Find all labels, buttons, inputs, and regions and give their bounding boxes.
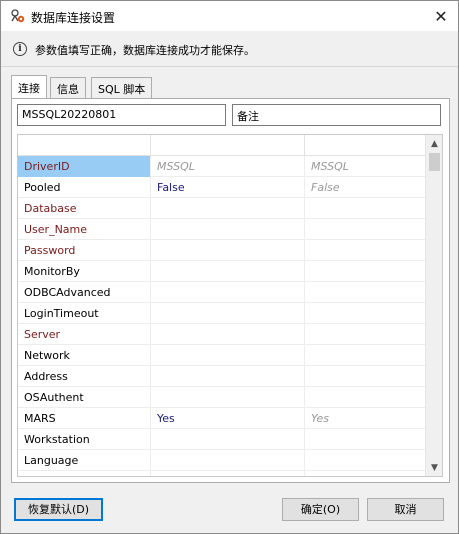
param-name-cell[interactable]: Password [18, 240, 151, 261]
grid-row[interactable]: Workstation [18, 429, 426, 450]
header-cell-default [305, 135, 426, 156]
grid-row[interactable]: MonitorBy [18, 261, 426, 282]
param-default-cell [305, 219, 426, 240]
param-value-cell[interactable] [151, 324, 305, 345]
remark-field[interactable]: 备注 [232, 104, 441, 126]
param-default-cell [305, 429, 426, 450]
grid-row[interactable]: Pooled False False [18, 177, 426, 198]
param-default-cell [305, 261, 426, 282]
param-name-cell[interactable]: LoginTimeout [18, 303, 151, 324]
connection-name-field[interactable]: MSSQL20220801 [17, 104, 226, 126]
param-name-cell[interactable]: Encrypt [18, 471, 151, 476]
param-default-cell [305, 345, 426, 366]
param-default-cell [305, 303, 426, 324]
restore-default-button[interactable]: 恢复默认(D) [14, 498, 103, 521]
grid-header [18, 135, 426, 156]
tab-sql-script[interactable]: SQL 脚本 [91, 77, 153, 98]
connection-settings-dialog: 数据库连接设置 ✕ i 参数值填写正确，数据库连接成功才能保存。 连接 信息 S… [0, 0, 459, 534]
info-message: 参数值填写正确，数据库连接成功才能保存。 [35, 44, 255, 57]
cancel-button[interactable]: 取消 [367, 498, 444, 521]
param-default-cell [305, 240, 426, 261]
param-name-cell[interactable]: Database [18, 198, 151, 219]
param-value-cell[interactable]: False [151, 177, 305, 198]
grid-row[interactable]: LoginTimeout [18, 303, 426, 324]
param-default-cell [305, 324, 426, 345]
param-value-cell[interactable]: Yes [151, 408, 305, 429]
connection-tab-panel: MSSQL20220801 备注 DriverID MSSQL MSSQL Poole… [11, 98, 450, 483]
param-value-cell[interactable] [151, 261, 305, 282]
param-name-cell[interactable]: Address [18, 366, 151, 387]
title-bar: 数据库连接设置 ✕ [1, 1, 458, 31]
scrollbar-thumb[interactable] [429, 153, 440, 171]
close-icon: ✕ [434, 6, 448, 26]
ok-button[interactable]: 确定(O) [282, 498, 359, 521]
header-cell-value [151, 135, 305, 156]
grid-row[interactable]: MARS Yes Yes [18, 408, 426, 429]
tab-info[interactable]: 信息 [50, 77, 86, 98]
param-value-cell[interactable] [151, 198, 305, 219]
param-default-cell [305, 387, 426, 408]
database-app-icon [11, 9, 25, 23]
param-name-cell[interactable]: OSAuthent [18, 387, 151, 408]
grid-row[interactable]: Language [18, 450, 426, 471]
param-value-cell[interactable] [151, 240, 305, 261]
grid-row[interactable]: Server [18, 324, 426, 345]
param-name-cell[interactable]: Server [18, 324, 151, 345]
param-name-cell[interactable]: Language [18, 450, 151, 471]
param-value-cell[interactable] [151, 366, 305, 387]
grid-row[interactable]: DriverID MSSQL MSSQL [18, 156, 426, 177]
scroll-down-icon[interactable]: ▼ [426, 459, 442, 476]
param-name-cell[interactable]: Network [18, 345, 151, 366]
param-default-cell: False [305, 177, 426, 198]
param-default-cell: MSSQL [305, 156, 426, 177]
grid-row[interactable]: Encrypt [18, 471, 426, 476]
param-default-cell [305, 366, 426, 387]
grid-row[interactable]: Address [18, 366, 426, 387]
grid-row[interactable]: OSAuthent [18, 387, 426, 408]
param-default-cell: Yes [305, 408, 426, 429]
header-cell-name [18, 135, 151, 156]
grid-row[interactable]: Password [18, 240, 426, 261]
param-name-cell[interactable]: MonitorBy [18, 261, 151, 282]
param-value-cell[interactable] [151, 219, 305, 240]
param-name-cell[interactable]: Pooled [18, 177, 151, 198]
grid-row[interactable]: Network [18, 345, 426, 366]
param-value-cell[interactable] [151, 303, 305, 324]
param-value-cell[interactable] [151, 387, 305, 408]
param-default-cell [305, 198, 426, 219]
close-button[interactable]: ✕ [424, 1, 458, 31]
info-icon: i [13, 42, 27, 56]
grid-row[interactable]: Database [18, 198, 426, 219]
param-value-cell[interactable] [151, 471, 305, 476]
param-default-cell [305, 282, 426, 303]
tab-connection[interactable]: 连接 [11, 75, 47, 98]
param-value-cell[interactable] [151, 429, 305, 450]
param-value-cell[interactable]: MSSQL [151, 156, 305, 177]
param-name-cell[interactable]: Workstation [18, 429, 151, 450]
window-title: 数据库连接设置 [31, 11, 116, 25]
parameter-grid: DriverID MSSQL MSSQL Pooled False False Databa… [17, 134, 443, 477]
param-name-cell[interactable]: ODBCAdvanced [18, 282, 151, 303]
scroll-up-icon[interactable]: ▲ [426, 135, 442, 152]
param-default-cell [305, 471, 426, 476]
param-name-cell[interactable]: MARS [18, 408, 151, 429]
param-value-cell[interactable] [151, 282, 305, 303]
param-name-cell[interactable]: DriverID [18, 156, 151, 177]
param-default-cell [305, 450, 426, 471]
vertical-scrollbar[interactable]: ▲ ▼ [425, 135, 442, 476]
info-bar: i 参数值填写正确，数据库连接成功才能保存。 [1, 31, 458, 67]
grid-row[interactable]: ODBCAdvanced [18, 282, 426, 303]
param-value-cell[interactable] [151, 450, 305, 471]
param-value-cell[interactable] [151, 345, 305, 366]
param-name-cell[interactable]: User_Name [18, 219, 151, 240]
grid-row[interactable]: User_Name [18, 219, 426, 240]
